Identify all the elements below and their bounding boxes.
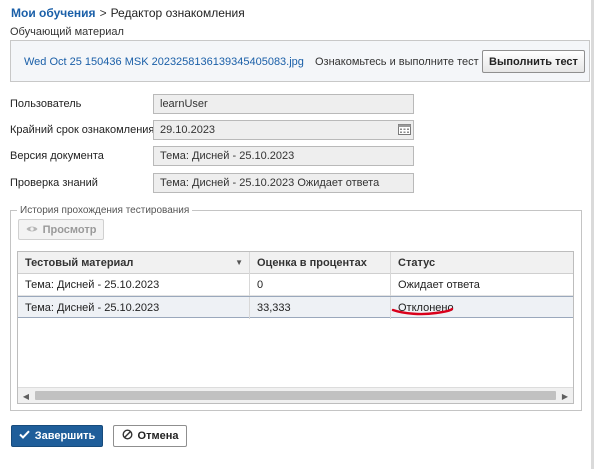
breadcrumb-separator: > [99, 6, 107, 20]
cell-material: Тема: Дисней - 25.10.2023 [18, 274, 250, 296]
view-button-label: Просмотр [42, 223, 97, 236]
material-panel: Wed Oct 25 150436 MSK 202325813613934540… [10, 40, 590, 82]
deadline-label: Крайний срок ознакомления [10, 124, 155, 136]
history-grid: Тестовый материал ▼ Оценка в процентах С… [17, 251, 574, 404]
user-field[interactable]: learnUser [153, 94, 414, 114]
version-field[interactable]: Тема: Дисней - 25.10.2023 [153, 146, 414, 166]
user-label: Пользователь [10, 98, 82, 110]
cell-score: 0 [250, 274, 391, 296]
grid-header: Тестовый материал ▼ Оценка в процентах С… [18, 252, 573, 274]
cell-status: Ожидает ответа [398, 279, 480, 291]
column-header-material[interactable]: Тестовый материал ▼ [18, 252, 250, 274]
breadcrumb-current: Редактор ознакомления [110, 6, 245, 20]
horizontal-scrollbar[interactable]: ◀ ▶ [18, 387, 573, 403]
cell-score: 33,333 [250, 297, 391, 319]
column-header-status[interactable]: Статус [391, 252, 573, 274]
version-label: Версия документа [10, 150, 104, 162]
scroll-right-arrow-icon[interactable]: ▶ [557, 388, 573, 403]
finish-button-label: Завершить [34, 430, 96, 442]
scroll-left-arrow-icon[interactable]: ◀ [18, 388, 34, 403]
red-underline-annotation [390, 305, 456, 320]
material-file-link[interactable]: Wed Oct 25 150436 MSK 202325813613934540… [24, 56, 304, 68]
run-test-button[interactable]: Выполнить тест [482, 50, 585, 73]
knowledge-check-field[interactable]: Тема: Дисней - 25.10.2023 Ожидает ответа [153, 173, 414, 193]
table-row[interactable]: Тема: Дисней - 25.10.2023 0 Ожидает отве… [18, 274, 573, 296]
cancel-button[interactable]: Отмена [113, 425, 187, 447]
sort-down-icon[interactable]: ▼ [235, 252, 243, 274]
checkmark-icon [19, 430, 30, 442]
column-header-material-label: Тестовый материал [25, 257, 134, 269]
table-row-selected[interactable]: Тема: Дисней - 25.10.2023 33,333 Отклоне… [18, 296, 573, 319]
breadcrumb-root-link[interactable]: Мои обучения [11, 6, 96, 20]
scrollbar-thumb[interactable] [35, 391, 556, 400]
history-legend: История прохождения тестирования [20, 205, 190, 216]
material-section-label: Обучающий материал [10, 26, 124, 38]
cancel-circle-icon [122, 429, 133, 443]
calendar-icon [398, 123, 411, 138]
knowledge-check-label: Проверка знаний [10, 177, 98, 189]
calendar-button[interactable] [395, 121, 414, 139]
finish-button[interactable]: Завершить [11, 425, 103, 447]
column-header-score[interactable]: Оценка в процентах [250, 252, 391, 274]
material-hint-text: Ознакомьтесь и выполните тест [315, 56, 479, 68]
view-button[interactable]: Просмотр [18, 219, 104, 240]
breadcrumb: Мои обучения > Редактор ознакомления [11, 6, 245, 20]
cancel-button-label: Отмена [137, 430, 179, 442]
cell-material: Тема: Дисней - 25.10.2023 [18, 297, 250, 319]
deadline-field[interactable]: 29.10.2023 [153, 120, 414, 140]
eye-icon [26, 224, 38, 236]
